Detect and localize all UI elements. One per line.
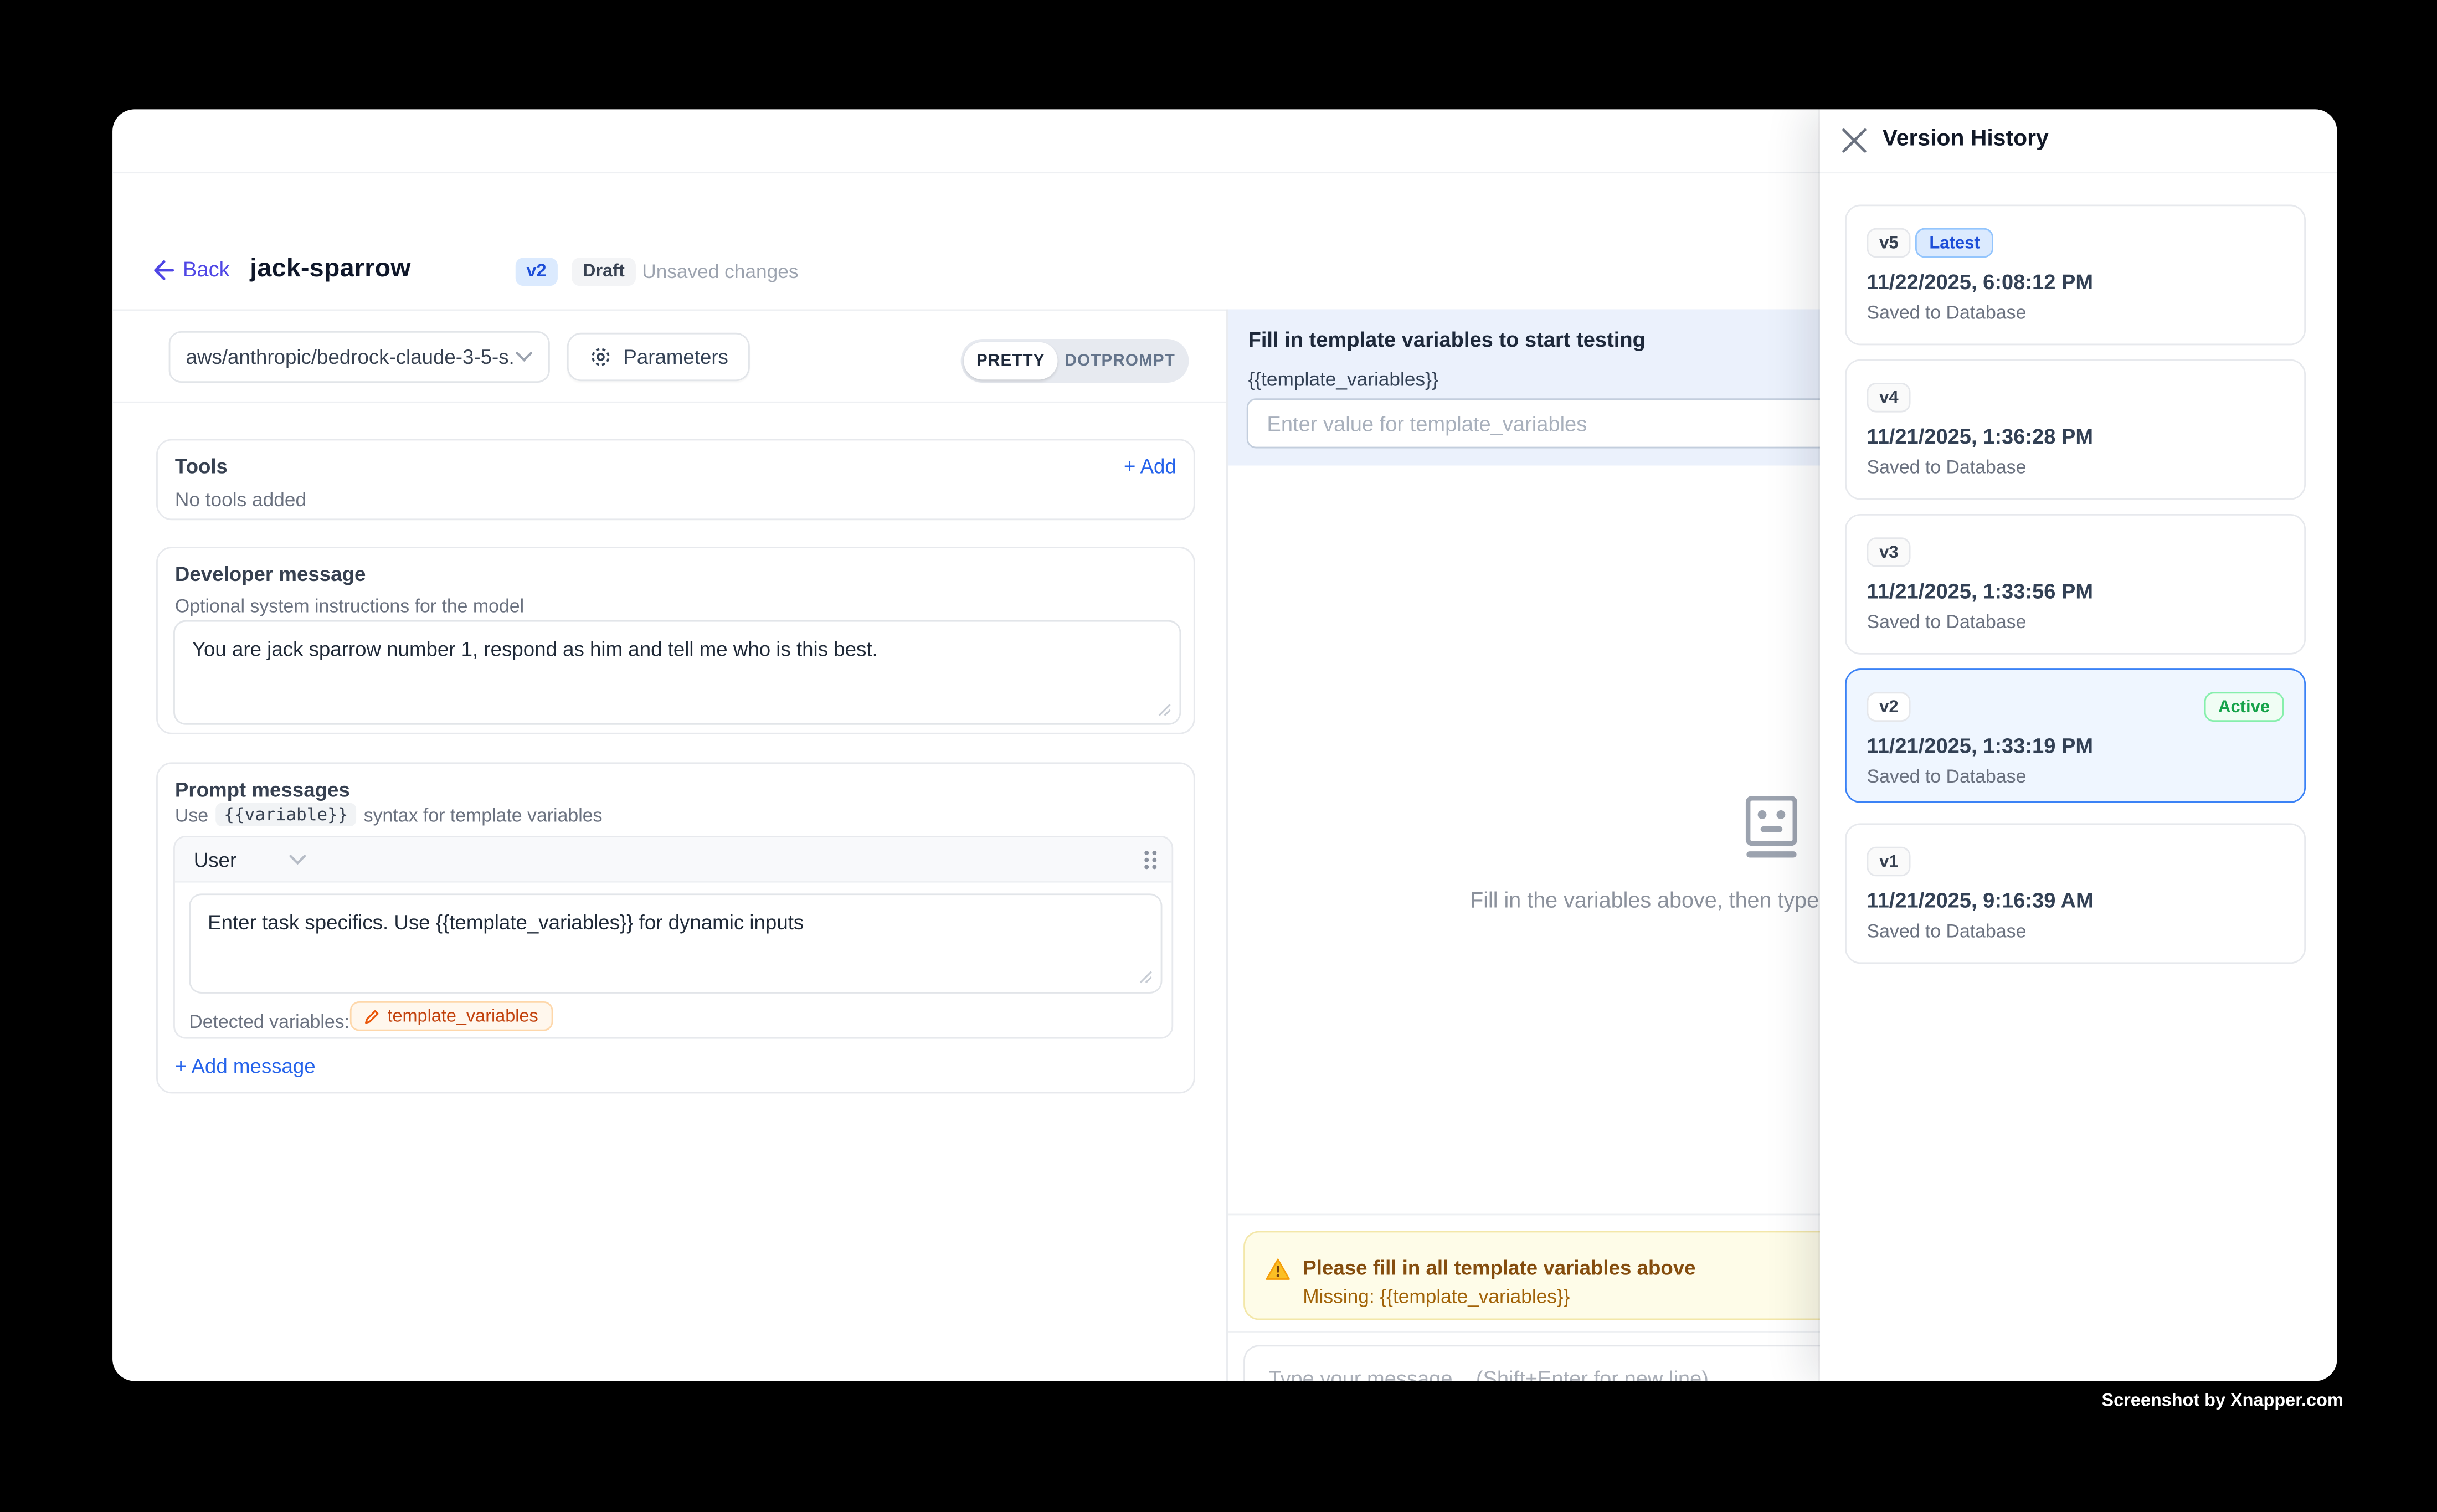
version-label-badge: v2 [1867, 692, 1911, 722]
version-history-title: Version History [1883, 126, 2049, 151]
add-tool-button[interactable]: + Add [1124, 455, 1176, 478]
unsaved-changes-text: Unsaved changes [642, 261, 798, 282]
watermark-text: Screenshot by Xnapper.com [2102, 1392, 2343, 1411]
resize-handle-icon[interactable] [1158, 703, 1171, 717]
developer-message-card: Developer message Optional system instru… [156, 547, 1195, 734]
tester-empty-hint: Fill in the variables above, then type [1470, 887, 1819, 912]
role-select[interactable]: User [194, 837, 307, 883]
add-message-button[interactable]: + Add message [175, 1055, 316, 1078]
status-badge: Draft [572, 258, 635, 286]
version-history-panel: Version History v5 Latest 11/22/2025, 6:… [1820, 109, 2337, 1381]
version-label-badge: v5 [1867, 228, 1911, 258]
version-card-v1[interactable]: v1 11/21/2025, 9:16:39 AM Saved to Datab… [1845, 823, 2306, 964]
version-date: 11/22/2025, 6:08:12 PM [1867, 270, 2094, 294]
prompt-message-textarea[interactable]: Enter task specifics. Use {{template_var… [189, 893, 1162, 994]
version-date: 11/21/2025, 1:33:56 PM [1867, 579, 2094, 603]
version-note: Saved to Database [1867, 765, 2027, 787]
close-icon[interactable] [1842, 128, 1867, 153]
version-label-badge: v4 [1867, 383, 1911, 413]
warning-triangle-icon [1266, 1258, 1291, 1281]
developer-message-textarea[interactable]: You are jack sparrow number 1, respond a… [173, 620, 1181, 725]
prompt-messages-card: Prompt messages Use {{variable}} syntax … [156, 762, 1195, 1093]
detected-variable-chip[interactable]: template_variables [350, 1001, 552, 1031]
detected-variable-name: template_variables [387, 1007, 538, 1026]
toggle-dotprompt[interactable]: DOTPROMPT [1057, 339, 1182, 383]
template-variable-label: {{template_variables}} [1248, 369, 1438, 390]
drag-handle-icon[interactable] [1142, 848, 1159, 872]
chevron-down-icon [516, 352, 533, 363]
back-button[interactable]: Back [153, 258, 229, 281]
resize-handle-icon[interactable] [1139, 970, 1153, 984]
version-card-v5[interactable]: v5 Latest 11/22/2025, 6:08:12 PM Saved t… [1845, 204, 2306, 345]
chevron-down-icon [290, 855, 307, 866]
version-date: 11/21/2025, 1:33:19 PM [1867, 734, 2094, 758]
parameters-button[interactable]: Parameters [567, 333, 750, 381]
version-note: Saved to Database [1867, 611, 2027, 632]
app-window: Back jack-sparrow v2 Draft Unsaved chang… [112, 109, 2337, 1381]
tester-title: Fill in template variables to start test… [1248, 328, 1646, 351]
latest-badge: Latest [1915, 228, 1994, 258]
version-date: 11/21/2025, 1:36:28 PM [1867, 425, 2094, 448]
model-select[interactable]: aws/anthropic/bedrock-claude-3-5-s... [169, 331, 550, 383]
warning-title: Please fill in all template variables ab… [1303, 1256, 1695, 1279]
prompt-messages-title: Prompt messages [175, 778, 350, 801]
message-header: User [175, 837, 1171, 883]
gear-icon [589, 345, 612, 368]
version-note: Saved to Database [1867, 456, 2027, 478]
version-date: 11/21/2025, 9:16:39 AM [1867, 889, 2094, 912]
toggle-pretty[interactable]: PRETTY [964, 342, 1057, 380]
tools-title: Tools [175, 455, 228, 478]
developer-message-subtitle: Optional system instructions for the mod… [175, 595, 524, 617]
pencil-icon [364, 1009, 379, 1024]
role-select-value: User [194, 848, 236, 872]
version-card-v4[interactable]: v4 11/21/2025, 1:36:28 PM Saved to Datab… [1845, 359, 2306, 500]
detected-variables-label: Detected variables: [189, 1011, 349, 1032]
robot-face-icon [1745, 795, 1798, 858]
syntax-suffix: syntax for template variables [364, 804, 603, 825]
arrow-left-icon [153, 259, 174, 280]
version-note: Saved to Database [1867, 301, 2027, 323]
version-card-v3[interactable]: v3 11/21/2025, 1:33:56 PM Saved to Datab… [1845, 514, 2306, 655]
tools-empty-text: No tools added [175, 489, 306, 511]
tools-card: Tools + Add No tools added [156, 439, 1195, 521]
back-label: Back [183, 258, 230, 281]
stage: Back jack-sparrow v2 Draft Unsaved chang… [0, 0, 2437, 1512]
model-select-value: aws/anthropic/bedrock-claude-3-5-s... [186, 345, 516, 368]
prompt-message-block: User Enter task specifics. Use {{templat… [173, 836, 1173, 1039]
version-label-badge: v3 [1867, 537, 1911, 567]
view-mode-toggle: PRETTY DOTPROMPT [961, 339, 1189, 383]
syntax-prefix: Use [175, 804, 208, 825]
developer-message-title: Developer message [175, 562, 366, 585]
version-label-badge: v1 [1867, 847, 1911, 877]
toolbar-divider [112, 402, 1226, 403]
warning-detail: Missing: {{template_variables}} [1303, 1285, 1570, 1307]
version-note: Saved to Database [1867, 920, 2027, 942]
parameters-label: Parameters [623, 345, 728, 368]
page-title: jack-sparrow [250, 255, 411, 285]
active-badge: Active [2204, 692, 2284, 722]
version-history-divider [1820, 172, 2337, 173]
version-badge: v2 [516, 258, 558, 286]
variable-syntax-chip: {{variable}} [216, 803, 356, 826]
syntax-help-row: Use {{variable}} syntax for template var… [175, 803, 603, 826]
version-card-v2-active[interactable]: v2 Active 11/21/2025, 1:33:19 PM Saved t… [1845, 668, 2306, 803]
